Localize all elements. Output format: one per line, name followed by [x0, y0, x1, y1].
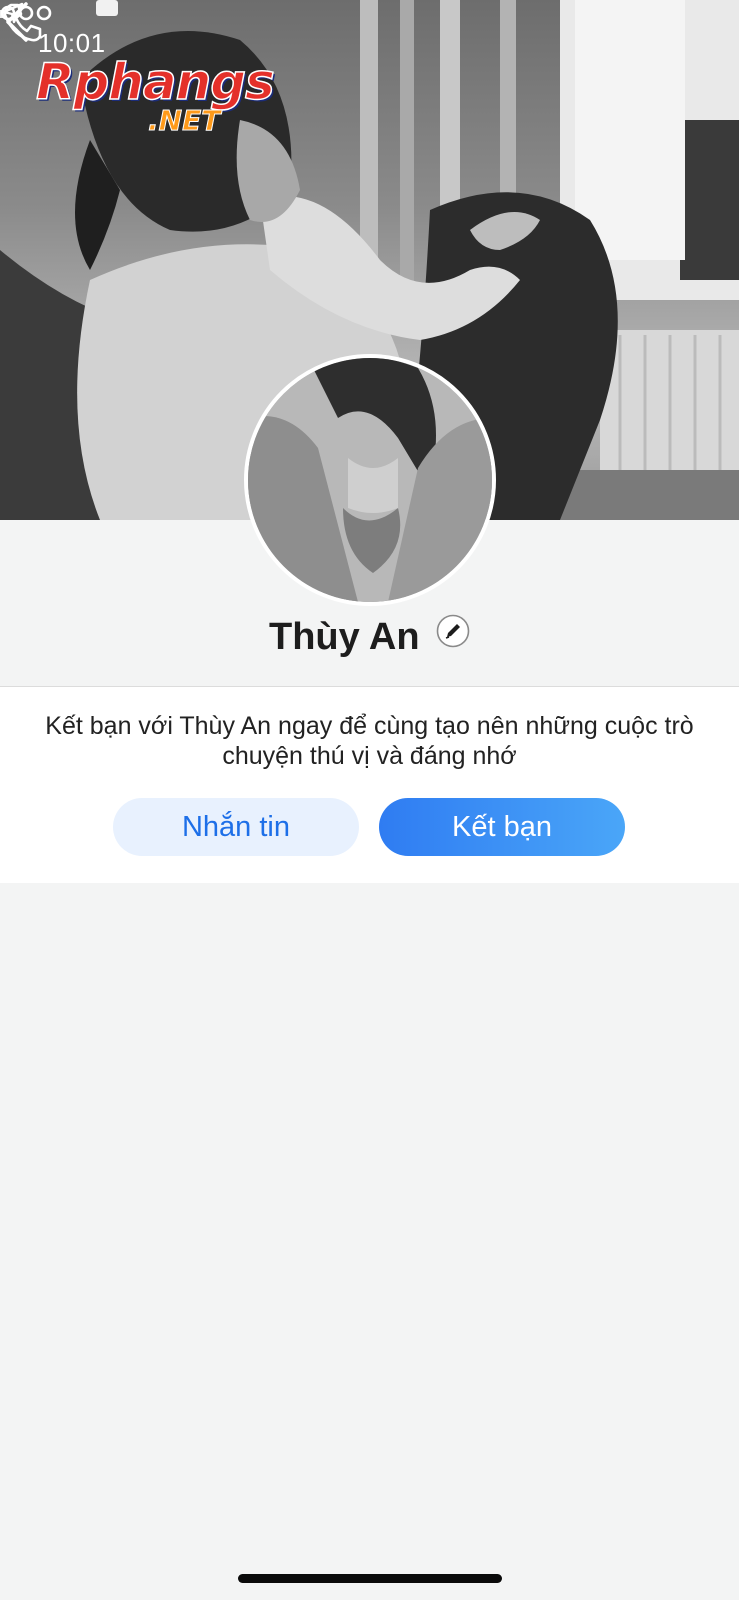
profile-name-row: Thùy An: [0, 610, 739, 664]
watermark-logo: Rphangs .NET: [35, 53, 275, 140]
profile-name: Thùy An: [268, 616, 420, 658]
add-friend-panel: Kết bạn với Thùy An ngay để cùng tạo nên…: [0, 687, 739, 883]
avatar[interactable]: [244, 354, 496, 606]
watermark-domain: .NET: [147, 104, 221, 138]
home-indicator[interactable]: [238, 1574, 502, 1583]
watermark-brand: Rphangs: [35, 53, 275, 111]
avatar-art: [248, 358, 492, 602]
pencil-icon[interactable]: [436, 614, 470, 648]
message-button[interactable]: Nhắn tin: [113, 798, 359, 856]
invite-message: Kết bạn với Thùy An ngay để cùng tạo nên…: [45, 712, 694, 770]
add-friend-button[interactable]: Kết bạn: [379, 798, 625, 856]
more-dots-icon[interactable]: [0, 0, 52, 26]
